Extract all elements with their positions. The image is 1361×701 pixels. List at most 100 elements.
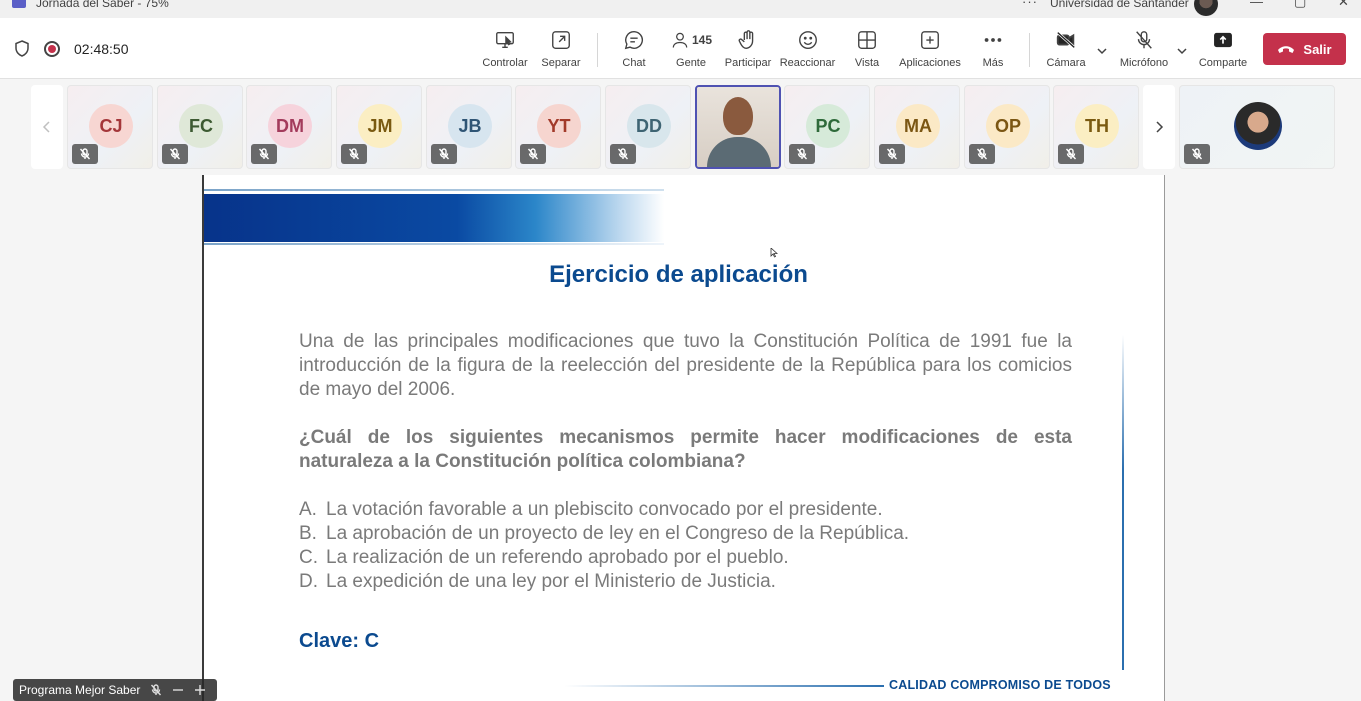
apps-button[interactable]: Aplicaciones (899, 18, 961, 79)
meeting-timer: 02:48:50 (74, 40, 129, 57)
presenter-name: Programa Mejor Saber (19, 683, 141, 697)
meeting-toolbar: 02:48:50 Controlar Separar Chat 145 Gent… (0, 18, 1361, 79)
participant-tile[interactable]: PC (784, 85, 870, 169)
option-letter: C. (299, 547, 318, 568)
chat-icon (622, 28, 646, 52)
smile-icon (796, 28, 820, 52)
camera-options-chevron-icon[interactable] (1096, 44, 1108, 56)
close-button[interactable]: ✕ (1338, 0, 1349, 10)
participant-tile[interactable]: OP (964, 85, 1050, 169)
participant-avatar: OP (986, 104, 1030, 148)
muted-mic-icon (151, 684, 162, 696)
organization-name: Universidad de Santander (1050, 0, 1189, 10)
react-label: Reaccionar (779, 57, 836, 69)
microphone-off-icon (1132, 28, 1156, 52)
participant-tile[interactable]: JB (426, 85, 512, 169)
answer-option: D. La expedición de una ley por el Minist… (299, 570, 1072, 594)
participant-tile[interactable]: JM (336, 85, 422, 169)
presenter-photo (1234, 102, 1282, 150)
share-button[interactable]: Comparte (1199, 18, 1247, 79)
account-avatar[interactable] (1194, 0, 1218, 16)
view-label: Vista (854, 57, 880, 69)
chevron-left-icon (42, 121, 50, 133)
camera-button[interactable]: Cámara (1046, 18, 1086, 79)
slide-footer-line (564, 685, 884, 687)
participant-avatar: CJ (89, 104, 133, 148)
option-text: La aprobación de un proyecto de ley en e… (326, 523, 910, 544)
answer-option: B. La aprobación de un proyecto de ley en… (299, 522, 1072, 546)
camera-off-icon (1054, 28, 1078, 52)
toolbar-divider (597, 33, 598, 67)
participant-tile[interactable]: DM (246, 85, 332, 169)
participant-video (697, 87, 779, 167)
muted-mic-icon (879, 144, 905, 164)
share-upload-icon (1211, 28, 1235, 52)
answer-option: A. La votación favorable a un plebiscito … (299, 498, 1072, 522)
share-label: Comparte (1198, 57, 1248, 69)
meeting-status: 02:48:50 (14, 40, 129, 57)
minimize-button[interactable]: — (1250, 0, 1263, 9)
hand-icon (736, 28, 760, 52)
slide-heading: Ejercicio de aplicación (549, 261, 808, 288)
slide-content: Una de las principales modificaciones qu… (299, 330, 1072, 594)
muted-mic-icon (251, 144, 277, 164)
people-button[interactable]: 145 Gente (668, 18, 714, 79)
camera-label: Cámara (1046, 57, 1086, 69)
chat-button[interactable]: Chat (619, 18, 649, 79)
window-title-bar: Jornada del Saber - 75% ··· Universidad … (0, 0, 1361, 18)
microphone-button[interactable]: Micrófono (1118, 18, 1170, 79)
answer-options: A. La votación favorable a un plebiscito … (299, 498, 1072, 594)
react-button[interactable]: Reaccionar (780, 18, 835, 79)
window-title: Jornada del Saber - 75% (36, 0, 169, 10)
participant-tile[interactable]: TH (1053, 85, 1139, 169)
slide-decor-line (204, 243, 664, 245)
people-count: 145 (691, 33, 713, 47)
slide-paragraph: Una de las principales modificaciones qu… (299, 331, 1072, 400)
participant-avatar: JM (358, 104, 402, 148)
presenter-video-tile[interactable] (1179, 85, 1335, 169)
zoom-in-icon[interactable] (194, 684, 206, 696)
next-participants-button[interactable] (1143, 85, 1175, 169)
people-label: Gente (676, 57, 706, 69)
muted-mic-icon (72, 144, 98, 164)
slide-decor-line (204, 189, 664, 191)
microphone-label: Micrófono (1119, 57, 1169, 69)
ellipsis-icon (981, 28, 1005, 52)
popout-icon (549, 28, 573, 52)
people-icon: 145 (668, 28, 714, 52)
shared-content-area: Ejercicio de aplicación Una de las princ… (0, 175, 1361, 701)
participant-tile[interactable]: YT (515, 85, 601, 169)
participant-tile[interactable]: FC (157, 85, 243, 169)
presentation-slide: Ejercicio de aplicación Una de las princ… (202, 175, 1165, 701)
more-options-icon[interactable]: ··· (1022, 0, 1038, 9)
microphone-options-chevron-icon[interactable] (1176, 44, 1188, 56)
popout-button[interactable]: Separar (541, 18, 581, 79)
raise-hand-button[interactable]: Participar (724, 18, 772, 79)
restore-button[interactable]: ▢ (1294, 0, 1306, 10)
previous-participants-button[interactable] (31, 85, 63, 169)
hang-up-icon (1278, 46, 1295, 53)
view-button[interactable]: Vista (853, 18, 881, 79)
toolbar-divider (1029, 33, 1030, 67)
chat-label: Chat (622, 57, 646, 69)
teams-app-icon (12, 0, 26, 8)
participant-avatar: JB (448, 104, 492, 148)
participant-tile[interactable]: DD (605, 85, 691, 169)
active-speaker-video-tile[interactable] (695, 85, 781, 169)
participant-tile[interactable]: MA (874, 85, 960, 169)
control-button[interactable]: Controlar (481, 18, 529, 79)
participant-avatar: MA (896, 104, 940, 148)
muted-mic-icon (969, 144, 995, 164)
leave-button[interactable]: Salir (1263, 33, 1346, 65)
participant-tile[interactable]: CJ (67, 85, 153, 169)
zoom-out-icon[interactable] (172, 684, 184, 696)
option-letter: B. (299, 523, 317, 544)
participant-avatar: PC (806, 104, 850, 148)
more-button[interactable]: Más (980, 18, 1006, 79)
option-text: La realización de un referendo aprobado … (326, 547, 789, 568)
option-text: La expedición de una ley por el Minister… (326, 571, 776, 592)
raise-hand-label: Participar (724, 57, 772, 69)
participant-avatar: FC (179, 104, 223, 148)
option-text: La votación favorable a un plebiscito co… (326, 499, 883, 520)
apps-plus-icon (918, 28, 942, 52)
